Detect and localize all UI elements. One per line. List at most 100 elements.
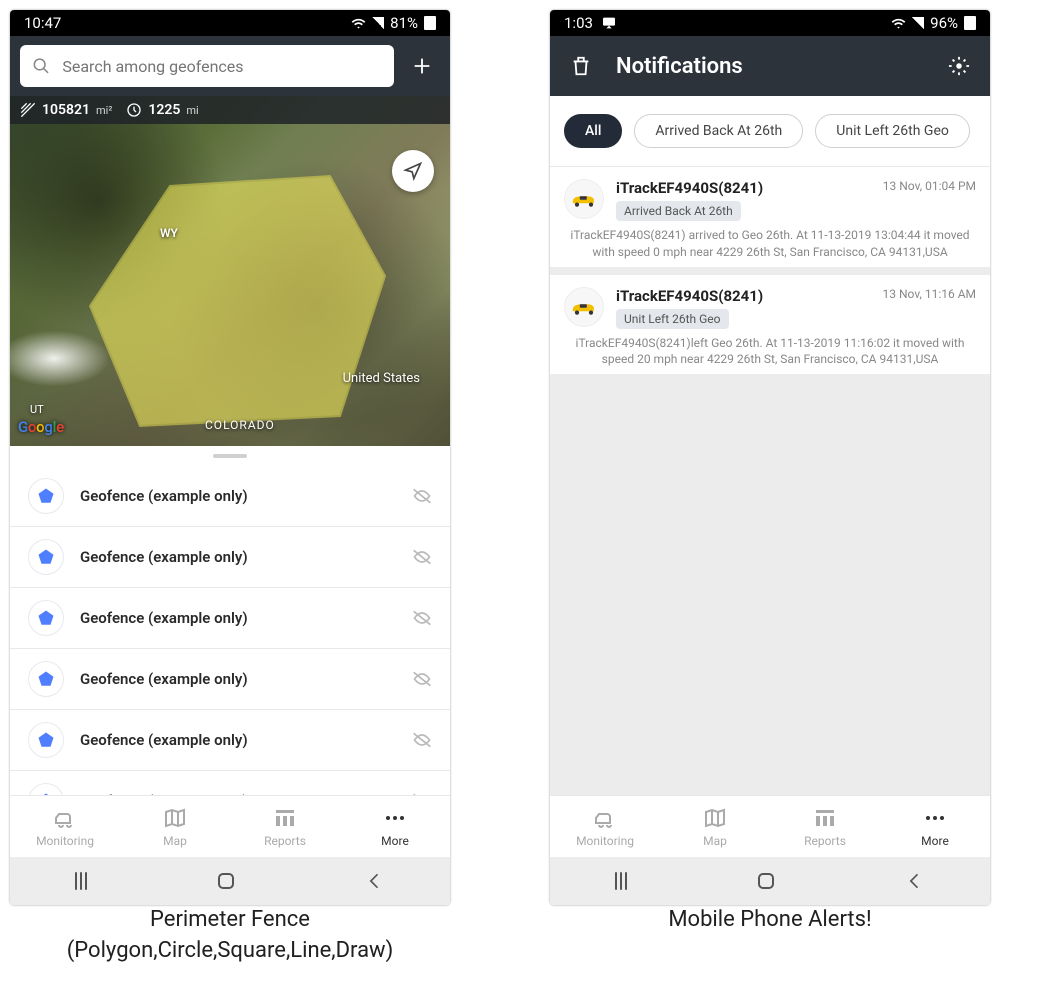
- nav-monitoring[interactable]: Monitoring: [550, 796, 660, 857]
- status-bar: 1:03 96%: [550, 10, 990, 36]
- monitoring-icon: [593, 806, 617, 830]
- notification-card[interactable]: iTrackEF4940S(8241) 13 Nov, 11:16 AM Uni…: [550, 275, 990, 375]
- filter-arrived[interactable]: Arrived Back At 26th: [634, 114, 803, 148]
- filter-left[interactable]: Unit Left 26th Geo: [815, 114, 970, 148]
- back-button[interactable]: [365, 871, 385, 891]
- geofence-shape-icon: [28, 600, 64, 636]
- notification-desc: iTrackEF4940S(8241) arrived to Geo 26th.…: [564, 227, 976, 261]
- visibility-off-icon[interactable]: [412, 791, 432, 795]
- notification-title: iTrackEF4940S(8241): [616, 179, 763, 197]
- geofence-shape-icon: [28, 783, 64, 795]
- page-title: Notifications: [616, 54, 743, 79]
- visibility-off-icon[interactable]: [412, 669, 432, 689]
- nav-reports[interactable]: Reports: [770, 796, 880, 857]
- more-icon: [923, 806, 947, 830]
- geofence-name: Geofence (example only): [80, 609, 396, 627]
- visibility-off-icon[interactable]: [412, 486, 432, 506]
- right-caption: Mobile Phone Alerts!: [550, 905, 990, 936]
- plus-icon: [411, 55, 433, 77]
- geofence-name: Geofence (example only): [80, 731, 396, 749]
- length-icon: [126, 102, 142, 118]
- notification-tag: Arrived Back At 26th: [616, 201, 741, 221]
- filter-all[interactable]: All: [564, 114, 622, 148]
- notification-time: 13 Nov, 11:16 AM: [883, 287, 976, 301]
- wifi-icon: [351, 16, 366, 31]
- list-item[interactable]: Geofence (example only): [10, 466, 450, 527]
- battery-icon: [424, 16, 436, 30]
- left-caption: Perimeter Fence (Polygon,Circle,Square,L…: [10, 905, 450, 967]
- visibility-off-icon[interactable]: [412, 608, 432, 628]
- system-nav: [550, 857, 990, 905]
- notifications-screen: 1:03 96% Notifications All Arrived Back …: [550, 10, 990, 905]
- bottom-nav: Monitoring Map Reports More: [550, 795, 990, 857]
- list-item[interactable]: Geofence (example only): [10, 588, 450, 649]
- length-value: 1225: [148, 102, 180, 118]
- length-unit: mi: [186, 104, 198, 117]
- geofence-shape-icon: [28, 539, 64, 575]
- list-item[interactable]: Geofence (example only): [10, 649, 450, 710]
- map-icon: [703, 806, 727, 830]
- map-stats-bar: 105821 mi² 1225 mi: [10, 96, 450, 124]
- map-label-wy: WY: [160, 226, 178, 240]
- nav-more[interactable]: More: [880, 796, 990, 857]
- locate-icon: [403, 161, 423, 181]
- add-geofence-button[interactable]: [404, 48, 440, 84]
- reports-icon: [813, 806, 837, 830]
- recent-apps-button[interactable]: [615, 872, 627, 890]
- battery-pct: 96%: [930, 14, 958, 32]
- recent-apps-button[interactable]: [75, 872, 87, 890]
- geofence-name: Geofence (example only): [80, 548, 396, 566]
- notifications-header: Notifications: [550, 36, 990, 96]
- notification-card[interactable]: iTrackEF4940S(8241) 13 Nov, 01:04 PM Arr…: [550, 167, 990, 267]
- vehicle-icon: [564, 287, 604, 327]
- list-item[interactable]: Geofence (example only): [10, 771, 450, 795]
- signal-icon: [372, 17, 384, 29]
- notification-title: iTrackEF4940S(8241): [616, 287, 763, 305]
- search-input[interactable]: [60, 56, 382, 77]
- map-view[interactable]: 105821 mi² 1225 mi WY United States UT C…: [10, 96, 450, 446]
- status-bar: 10:47 81%: [10, 10, 450, 36]
- battery-icon: [964, 16, 976, 30]
- visibility-off-icon[interactable]: [412, 547, 432, 567]
- status-time: 10:47: [24, 14, 61, 32]
- notification-desc: iTrackEF4940S(8241)left Geo 26th. At 11-…: [564, 335, 976, 369]
- drag-handle[interactable]: [10, 446, 450, 466]
- system-nav: [10, 857, 450, 905]
- nav-map[interactable]: Map: [120, 796, 230, 857]
- more-icon: [383, 806, 407, 830]
- message-icon: [601, 15, 617, 31]
- visibility-off-icon[interactable]: [412, 730, 432, 750]
- geofence-list: Geofence (example only) Geofence (exampl…: [10, 466, 450, 795]
- geofence-shape-icon: [28, 722, 64, 758]
- geofence-screen: 10:47 81% 105821 mi²: [10, 10, 450, 905]
- map-label-us: United States: [343, 371, 420, 386]
- list-item[interactable]: Geofence (example only): [10, 527, 450, 588]
- geofence-polygon[interactable]: [50, 136, 390, 436]
- area-icon: [20, 102, 36, 118]
- nav-reports[interactable]: Reports: [230, 796, 340, 857]
- search-icon: [32, 56, 50, 76]
- back-button[interactable]: [905, 871, 925, 891]
- geofence-name: Geofence (example only): [80, 670, 396, 688]
- map-icon: [163, 806, 187, 830]
- wifi-icon: [891, 16, 906, 31]
- vehicle-icon: [564, 179, 604, 219]
- nav-monitoring[interactable]: Monitoring: [10, 796, 120, 857]
- notification-tag: Unit Left 26th Geo: [616, 309, 729, 329]
- settings-button[interactable]: [948, 55, 970, 77]
- search-box[interactable]: [20, 45, 394, 87]
- search-toolbar: [10, 36, 450, 96]
- notification-time: 13 Nov, 01:04 PM: [883, 179, 976, 193]
- signal-icon: [912, 17, 924, 29]
- list-item[interactable]: Geofence (example only): [10, 710, 450, 771]
- home-button[interactable]: [758, 873, 774, 889]
- reports-icon: [273, 806, 297, 830]
- nav-map[interactable]: Map: [660, 796, 770, 857]
- geofence-shape-icon: [28, 478, 64, 514]
- map-label-ut: UT: [30, 403, 44, 416]
- home-button[interactable]: [218, 873, 234, 889]
- map-label-co: COLORADO: [205, 418, 275, 432]
- nav-more[interactable]: More: [340, 796, 450, 857]
- locate-me-button[interactable]: [392, 150, 434, 192]
- delete-button[interactable]: [570, 55, 592, 77]
